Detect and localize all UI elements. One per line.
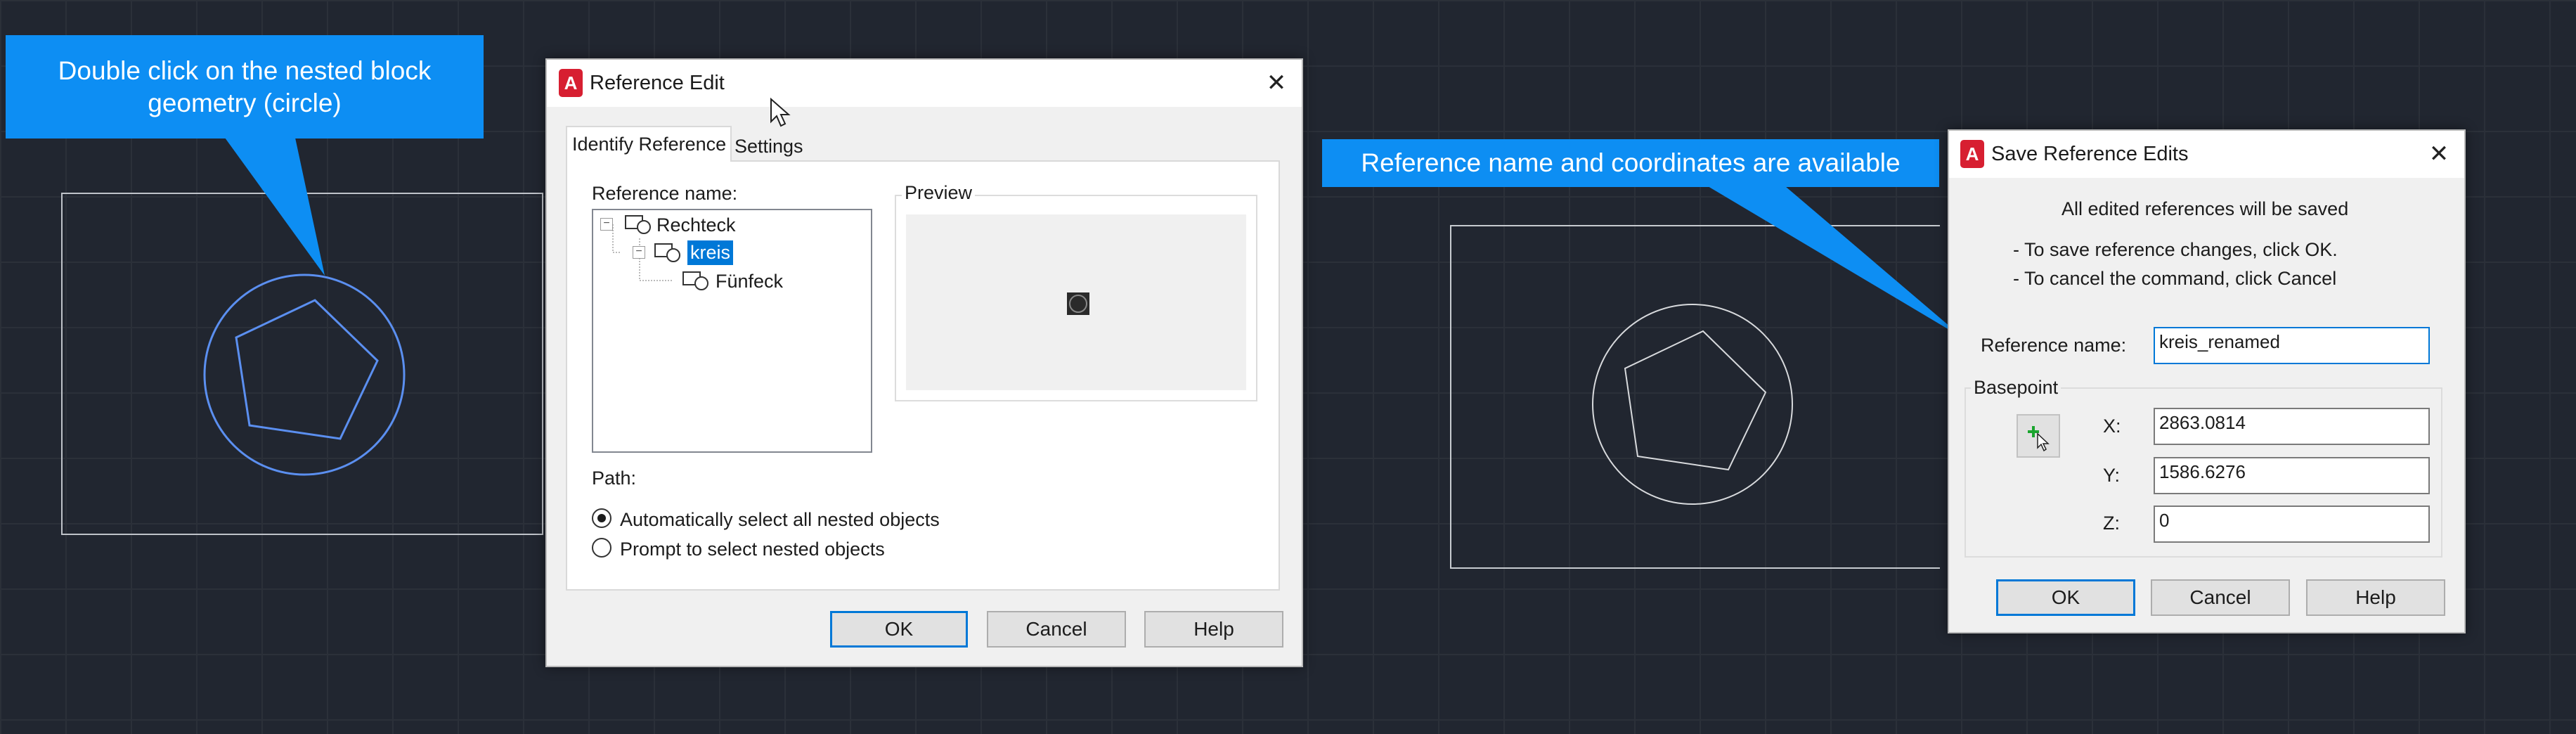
ok-button[interactable]: OK <box>830 611 968 648</box>
right-drawing-canvas <box>1450 225 1940 569</box>
preview-thumbnail-icon <box>1067 292 1089 315</box>
tree-item-rechteck[interactable]: Rechteck <box>656 214 736 236</box>
dialog-title: Save Reference Edits <box>1991 143 2189 165</box>
tree-collapse-icon[interactable]: − <box>600 218 613 231</box>
hint-cancel: - To cancel the command, click Cancel <box>2013 268 2337 289</box>
reference-name-label: Reference name: <box>592 183 738 204</box>
reference-name-label: Reference name: <box>1981 335 2127 356</box>
block-reference-icon <box>654 243 680 262</box>
tab-identify-reference-label: Identify Reference <box>572 134 727 155</box>
pick-point-button[interactable] <box>2017 414 2060 458</box>
radio-auto-select-label[interactable]: Automatically select all nested objects <box>620 509 940 531</box>
preview-group <box>895 195 1257 401</box>
hint-ok: - To save reference changes, click OK. <box>2013 239 2338 260</box>
callout-double-click-text: Double click on the nested block geometr… <box>58 56 432 117</box>
reference-edit-titlebar[interactable]: A Reference Edit ✕ <box>547 60 1302 107</box>
radio-prompt-select-label[interactable]: Prompt to select nested objects <box>620 539 885 560</box>
block-reference-icon <box>682 271 708 290</box>
save-reference-edits-dialog: A Save Reference Edits ✕ All edited refe… <box>1948 129 2466 633</box>
tab-identify-reference[interactable]: Identify Reference <box>566 126 732 162</box>
reference-tree[interactable]: − Rechteck − kreis Fünfeck <box>592 209 872 453</box>
cancel-button[interactable]: Cancel <box>2151 579 2290 616</box>
dialog-title: Reference Edit <box>590 72 725 94</box>
y-input[interactable]: 1586.6276 <box>2154 457 2430 494</box>
pentagon-block <box>235 299 379 440</box>
save-message: All edited references will be saved <box>2062 198 2349 219</box>
y-label: Y: <box>2103 465 2121 486</box>
preview-label: Preview <box>902 182 976 204</box>
circle-block <box>1592 304 1793 505</box>
callout-double-click: Double click on the nested block geometr… <box>6 35 484 139</box>
close-icon[interactable]: ✕ <box>1264 71 1289 95</box>
pentagon-block <box>1624 330 1767 471</box>
z-label: Z: <box>2103 513 2120 534</box>
path-label: Path: <box>592 468 637 489</box>
help-button[interactable]: Help <box>2306 579 2445 616</box>
tree-item-kreis-selected[interactable]: kreis <box>687 240 734 265</box>
callout-reference-name: Reference name and coordinates are avail… <box>1322 139 1939 187</box>
save-reference-edits-titlebar[interactable]: A Save Reference Edits ✕ <box>1949 131 2464 178</box>
ok-button[interactable]: OK <box>1996 579 2135 616</box>
tab-settings[interactable]: Settings <box>732 130 808 161</box>
radio-auto-select[interactable] <box>592 508 611 528</box>
basepoint-label: Basepoint <box>1971 377 2062 399</box>
x-label: X: <box>2103 416 2121 437</box>
tree-item-fuenfeck[interactable]: Fünfeck <box>716 271 783 292</box>
z-input[interactable]: 0 <box>2154 506 2430 543</box>
mouse-cursor-icon <box>770 98 791 127</box>
autocad-app-icon: A <box>1960 140 1984 168</box>
tree-collapse-icon[interactable]: − <box>633 246 645 259</box>
tab-settings-label: Settings <box>734 136 803 157</box>
x-input[interactable]: 2863.0814 <box>2154 408 2430 445</box>
radio-selected-dot <box>597 514 606 522</box>
rectangle-block <box>61 193 543 535</box>
callout-reference-name-text: Reference name and coordinates are avail… <box>1361 148 1901 177</box>
block-reference-icon <box>625 215 651 234</box>
close-icon[interactable]: ✕ <box>2426 142 2452 166</box>
autocad-app-icon: A <box>559 69 583 97</box>
cancel-button[interactable]: Cancel <box>987 611 1126 648</box>
radio-prompt-select[interactable] <box>592 538 611 558</box>
rectangle-block <box>1450 225 1940 569</box>
preview-area <box>906 214 1246 390</box>
reference-name-input[interactable]: kreis_renamed <box>2154 327 2430 364</box>
help-button[interactable]: Help <box>1144 611 1283 648</box>
reference-edit-dialog: A Reference Edit ✕ Identify Reference Se… <box>545 58 1303 667</box>
pick-point-icon <box>2028 426 2050 452</box>
